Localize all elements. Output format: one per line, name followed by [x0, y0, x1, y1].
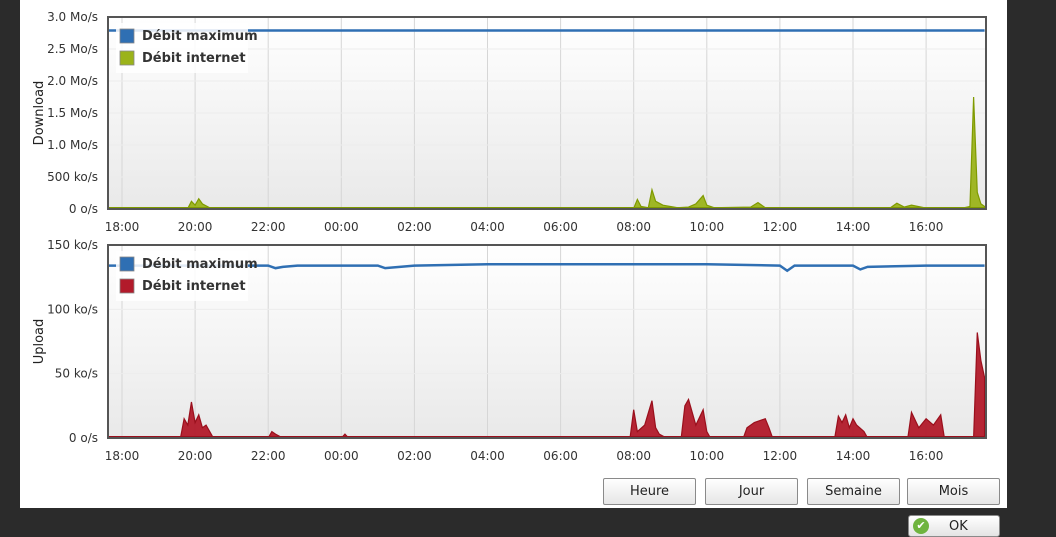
y-axis-label: Download [32, 81, 47, 146]
legend-swatch [119, 50, 135, 66]
legend-label: Débit maximum [142, 29, 258, 44]
x-tick-label: 20:00 [178, 220, 213, 234]
week-button[interactable]: Semaine [807, 478, 900, 505]
ok-label: OK [949, 518, 968, 534]
y-tick-label: 2.5 Mo/s [47, 42, 98, 56]
x-tick-label: 22:00 [251, 449, 286, 463]
y-tick-label: 50 ko/s [55, 367, 98, 381]
x-tick-label: 14:00 [836, 220, 871, 234]
hour-button[interactable]: Heure [603, 478, 696, 505]
bandwidth-charts: 18:00 20:00 22:00 00:00 02:00 04:00 06:00 08:00… [32, 10, 987, 463]
x-tick-label: 08:00 [616, 220, 651, 234]
x-tick-label: 04:00 [470, 220, 505, 234]
y-tick-label: 3.0 Mo/s [47, 10, 98, 24]
x-tick-label: 12:00 [763, 220, 798, 234]
x-tick-label: 04:00 [470, 449, 505, 463]
upload-chart: 18:00 20:00 22:00 00:00 02:00 04:00 06:00 08:00… [32, 238, 987, 463]
x-tick-label: 10:00 [690, 220, 725, 234]
x-tick-label: 16:00 [909, 220, 944, 234]
month-button[interactable]: Mois [907, 478, 1000, 505]
x-tick-label: 00:00 [324, 220, 359, 234]
y-tick-label: 150 ko/s [47, 238, 98, 252]
x-tick-label: 18:00 [105, 220, 140, 234]
x-tick-label: 06:00 [543, 220, 578, 234]
x-tick-label: 22:00 [251, 220, 286, 234]
y-tick-label: 0 o/s [69, 202, 98, 216]
legend-label: Débit internet [142, 279, 246, 294]
legend-swatch [119, 28, 135, 44]
x-tick-label: 00:00 [324, 449, 359, 463]
x-tick-label: 06:00 [543, 449, 578, 463]
x-tick-label: 20:00 [178, 449, 213, 463]
x-tick-label: 14:00 [836, 449, 871, 463]
y-tick-label: 2.0 Mo/s [47, 74, 98, 88]
y-axis-label: Upload [32, 319, 47, 365]
y-tick-label: 1.5 Mo/s [47, 106, 98, 120]
y-tick-label: 500 ko/s [47, 170, 98, 184]
x-tick-label: 12:00 [763, 449, 798, 463]
legend-swatch [119, 256, 135, 272]
legend-swatch [119, 278, 135, 294]
x-tick-label: 02:00 [397, 220, 432, 234]
chart-panel: 18:00 20:00 22:00 00:00 02:00 04:00 06:00 08:00… [20, 0, 1007, 508]
x-tick-label: 18:00 [105, 449, 140, 463]
y-tick-label: 0 o/s [69, 431, 98, 445]
legend-label: Débit maximum [142, 257, 258, 272]
day-button[interactable]: Jour [705, 478, 798, 505]
y-tick-label: 100 ko/s [47, 302, 98, 316]
x-tick-label: 10:00 [690, 449, 725, 463]
x-tick-label: 08:00 [616, 449, 651, 463]
x-tick-label: 02:00 [397, 449, 432, 463]
y-tick-label: 1.0 Mo/s [47, 138, 98, 152]
download-chart: 18:00 20:00 22:00 00:00 02:00 04:00 06:00 08:00… [32, 10, 987, 234]
ok-button[interactable]: ✔ OK [908, 515, 1000, 537]
legend-label: Débit internet [142, 51, 246, 66]
x-tick-label: 16:00 [909, 449, 944, 463]
